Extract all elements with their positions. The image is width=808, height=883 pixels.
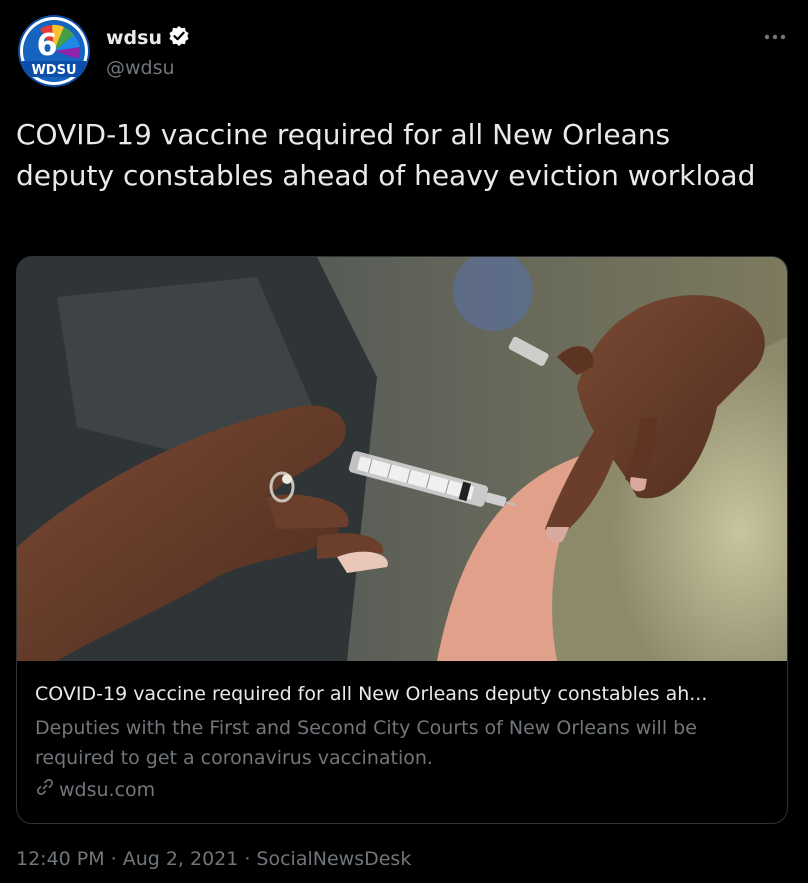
svg-text:6: 6 (37, 28, 58, 63)
tweet-date[interactable]: Aug 2, 2021 (123, 848, 239, 870)
verified-badge-icon (168, 25, 190, 51)
card-image[interactable] (17, 257, 787, 661)
separator: · (244, 848, 251, 870)
card-description: Deputies with the First and Second City … (35, 717, 697, 769)
svg-text:WDSU: WDSU (31, 63, 76, 78)
tweet-text: COVID-19 vaccine required for all New Or… (16, 118, 756, 192)
link-icon (35, 777, 55, 802)
separator: · (110, 848, 117, 870)
tweet-footer: 12:40 PM · Aug 2, 2021 · SocialNewsDesk (16, 848, 411, 870)
tweet-time[interactable]: 12:40 PM (16, 848, 105, 870)
avatar[interactable]: 6 WDSU (18, 15, 90, 87)
display-name[interactable]: wdsu (106, 27, 162, 49)
tweet-header: 6 WDSU wdsu @wdsu (18, 15, 790, 87)
tweet-source[interactable]: SocialNewsDesk (256, 848, 411, 870)
card-domain: wdsu.com (59, 778, 156, 801)
card-title[interactable]: COVID-19 vaccine required for all New Or… (35, 681, 769, 707)
link-card[interactable]: COVID-19 vaccine required for all New Or… (16, 256, 788, 824)
card-domain-link[interactable]: wdsu.com (35, 777, 769, 802)
account-handle[interactable]: @wdsu (106, 57, 175, 79)
more-options-icon[interactable] (764, 21, 786, 45)
